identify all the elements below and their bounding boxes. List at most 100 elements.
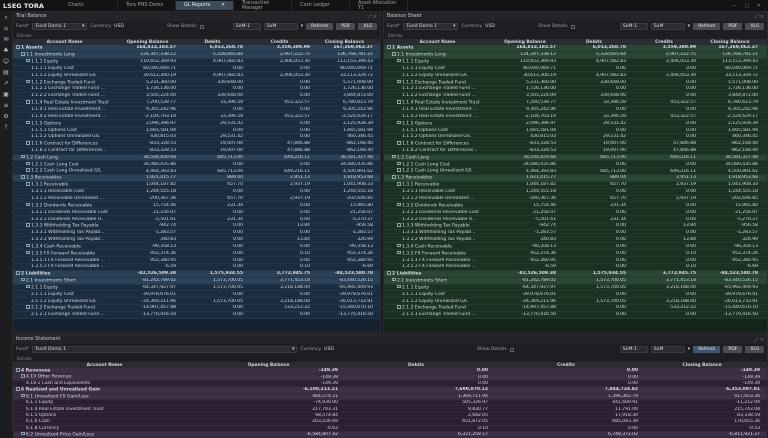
column-header-open[interactable]: Opening Balance [491, 40, 559, 45]
expand-toggle-icon[interactable] [26, 305, 30, 309]
expand-toggle-icon[interactable] [397, 305, 401, 309]
pdf-button[interactable]: PDF [723, 346, 743, 353]
table-row[interactable]: 1.2.1 Cash Long Cost 34,080,435.86 0.00 0.0… [384, 161, 767, 169]
from-period-select[interactable]: SoM-1 [619, 23, 648, 30]
expand-toggle-icon[interactable] [26, 182, 30, 186]
org-chart-icon[interactable]: ♣ [3, 47, 10, 54]
expand-toggle-icon[interactable] [16, 368, 20, 372]
table-row[interactable]: 1.1.1.1 Equity Cost 80,040,069.71 0.00 0.00… [13, 65, 380, 73]
table-row[interactable]: 1.3.5.2 FX Forward Receivable ... -6.59 0.… [384, 264, 767, 271]
chevron-down-icon[interactable]: ▾ [688, 347, 690, 352]
expand-toggle-icon[interactable] [392, 52, 396, 56]
person-icon[interactable]: ☺ [3, 58, 10, 65]
table-row[interactable]: 2.1.1.1 Equity Cost -39,978,676.01 0.00 0.0… [384, 291, 767, 299]
expand-toggle-icon[interactable] [397, 243, 401, 248]
table-row[interactable]: 1.1.2.1 Exchange Traded Fund ... 1,726,13… [13, 86, 380, 93]
table-row[interactable]: 1.1.6 Contract for Differences -833,328.5… [13, 140, 380, 148]
table-row[interactable]: 1.2 Cash Long 38,544,829.68 685,713.00 649,… [384, 154, 767, 162]
expand-toggle-icon[interactable] [21, 154, 25, 159]
table-row[interactable]: 1.1.5.1 Options Cost 1,665,581.94 0.00 0.00… [13, 127, 380, 134]
table-row[interactable]: 1.3.3.2 Withholding Tax Payabl... 340.83 0… [384, 236, 767, 244]
expand-toggle-icon[interactable] [392, 277, 396, 282]
to-period-select[interactable]: SoM [263, 23, 298, 30]
table-row[interactable]: 6.2 Unrealized Price Gain/Loss -6,584,807… [13, 431, 767, 438]
table-row[interactable]: 1.3.3.1 Withholding Tax Payabl... -1,283.… [384, 229, 767, 237]
expand-toggle-icon[interactable] [21, 175, 25, 179]
expand-toggle-icon[interactable] [26, 120, 30, 125]
table-row[interactable]: 1.1.2.2 Exchange Traded Fund ... 3,505,22… [384, 92, 767, 100]
table-row[interactable]: 1.3.1 Receivable 1,044,187.82 657.70 2,937.… [384, 181, 767, 189]
expand-toggle-icon[interactable] [387, 45, 391, 49]
fund-select[interactable]: Fund Demo 1 ▾ [403, 23, 459, 30]
expand-toggle-icon[interactable] [16, 271, 20, 275]
table-row[interactable]: 1.1.5 Options 2,096,396.97 29,531.42 0.00 2,… [13, 120, 380, 128]
expand-toggle-icon[interactable] [26, 79, 30, 84]
expand-toggle-icon[interactable] [392, 175, 396, 179]
table-row[interactable]: 1.3.5 FX Forward Receivable 952,374.36 0.0… [13, 250, 380, 258]
expand-toggle-icon[interactable] [21, 52, 25, 56]
expand-toggle-icon[interactable] [397, 100, 401, 104]
expand-toggle-icon[interactable] [26, 141, 30, 145]
close-icon[interactable]: ✕ [221, 3, 225, 8]
maximize-icon[interactable]: ⤢ ✕ [755, 14, 767, 20]
expand-toggle-icon[interactable] [397, 120, 401, 125]
tab-asset-allocation-t1[interactable]: Asset Allocation T1 [350, 1, 408, 11]
table-row[interactable]: 1.1.1.2 Equity Unrealized G/L 30,612,300.… [384, 72, 767, 80]
table-row[interactable]: 1.3.3.1 Withholding Tax Payabl... -1,283.… [13, 229, 380, 237]
mail-icon[interactable]: ✉ [3, 36, 10, 43]
table-row[interactable]: 2.1.1 Equity -64,347,927.97 1,573,700.05 3,… [384, 284, 767, 292]
table-row[interactable]: 1.1.5.2 Options Unrealized G/L 430,815.03… [13, 133, 380, 141]
table-row[interactable]: 2.1 Investments Short -81,242,789.02 1,573… [13, 277, 380, 285]
expand-toggle-icon[interactable] [21, 393, 25, 398]
tab-cash-ledger[interactable]: Cash Ledger [292, 1, 350, 10]
column-header-credit[interactable]: Credits [246, 40, 313, 45]
expand-toggle-icon[interactable] [16, 387, 20, 391]
table-row[interactable]: 1.3.5 FX Forward Receivable 952,374.36 0.0… [384, 250, 767, 258]
expand-toggle-icon[interactable] [26, 250, 30, 255]
table-row[interactable]: 1.3.5.1 FX Forward Receivable ... 952,380… [13, 257, 380, 264]
list-icon[interactable]: ≡ [3, 102, 10, 109]
expand-toggle-icon[interactable] [26, 100, 30, 104]
show-details-checkbox[interactable] [570, 24, 575, 29]
table-row[interactable]: 1.3.2.1 Dividends Receivable Cost 21,256.… [384, 209, 767, 217]
table-row[interactable]: 1.3.1.1 Receivable Cost 1,244,555.18 0.00 0… [13, 188, 380, 196]
show-details-checkbox[interactable] [199, 24, 204, 29]
expand-toggle-icon[interactable] [397, 79, 401, 84]
column-header-credit[interactable]: Credits [629, 40, 699, 45]
from-period-select[interactable]: SoM-1 [619, 346, 648, 353]
table-row[interactable]: 2 Liabilities -82,526,509.38 1,575,934.55 3… [384, 270, 767, 278]
search-icon[interactable]: ⌕ [3, 14, 10, 21]
table-row[interactable]: 1.3 Receivables 1,921,015.77 889.04 2,951.1… [384, 175, 767, 182]
expand-toggle-icon[interactable] [397, 223, 401, 227]
column-header-name[interactable]: Account Name [13, 40, 116, 45]
table-row[interactable]: 1.1.4 Real Estate Investment Trust 7,200,… [384, 99, 767, 107]
table-row[interactable]: 2.1.1 Equity -64,347,927.97 1,573,700.05 3,… [13, 284, 380, 292]
table-row[interactable]: 1.3.1.2 Receivable Unrealized ... -200,36… [384, 195, 767, 203]
gear-icon[interactable]: ⚙ [3, 113, 10, 120]
expand-toggle-icon[interactable] [21, 431, 25, 436]
table-row[interactable]: 1.1.6.2 Contract for Differences... -833,… [13, 147, 380, 155]
chevron-down-icon[interactable]: ▾ [688, 24, 690, 29]
table-row[interactable]: 1.1.2 Exchange Traded Fund 5,231,360.00 33… [384, 79, 767, 87]
table-row[interactable]: 1.3 Receivables 1,921,015.77 889.04 2,951.1… [13, 175, 380, 182]
expand-toggle-icon[interactable] [397, 250, 401, 255]
table-row[interactable]: 1.3.3.2 Withholding Tax Payabl... 340.83 0… [13, 236, 380, 244]
table-row[interactable]: 1.3.1.2 Receivable Unrealized ... -200,36… [13, 195, 380, 203]
table-row[interactable]: 1.2.1 Cash Long Cost 34,080,435.86 0.00 0.0… [13, 161, 380, 169]
expand-toggle-icon[interactable] [392, 154, 396, 159]
table-row[interactable]: 1.1 Investments Long 124,347,338.12 5,328,… [384, 51, 767, 59]
table-row[interactable]: 1.3.1.1 Receivable Cost 1,244,555.18 0.00 0… [384, 188, 767, 196]
briefcase-icon[interactable]: ▣ [3, 91, 10, 98]
expand-toggle-icon[interactable] [21, 277, 25, 282]
table-row[interactable]: 1.1.4.1 Real Estate Investment ... 9,305,… [384, 106, 767, 114]
table-row[interactable]: 1.1.2 Exchange Traded Fund 5,231,360.00 33… [13, 79, 380, 87]
expand-toggle-icon[interactable] [21, 374, 25, 378]
table-row[interactable]: 1.1.1 Equity 110,652,369.93 4,907,082.83 2,… [13, 58, 380, 66]
expand-toggle-icon[interactable] [16, 45, 20, 49]
table-row[interactable]: 1 Assets 164,813,183.57 6,013,268.78 3,559,… [13, 45, 380, 52]
table-row[interactable]: 1 Assets 164,813,183.57 6,013,268.78 3,559,… [384, 45, 767, 52]
tab-charts[interactable]: Charts [60, 1, 118, 10]
chart-icon[interactable]: ↗ [3, 80, 10, 87]
chevron-down-icon[interactable]: ▾ [301, 24, 303, 29]
expand-toggle-icon[interactable] [397, 202, 401, 207]
